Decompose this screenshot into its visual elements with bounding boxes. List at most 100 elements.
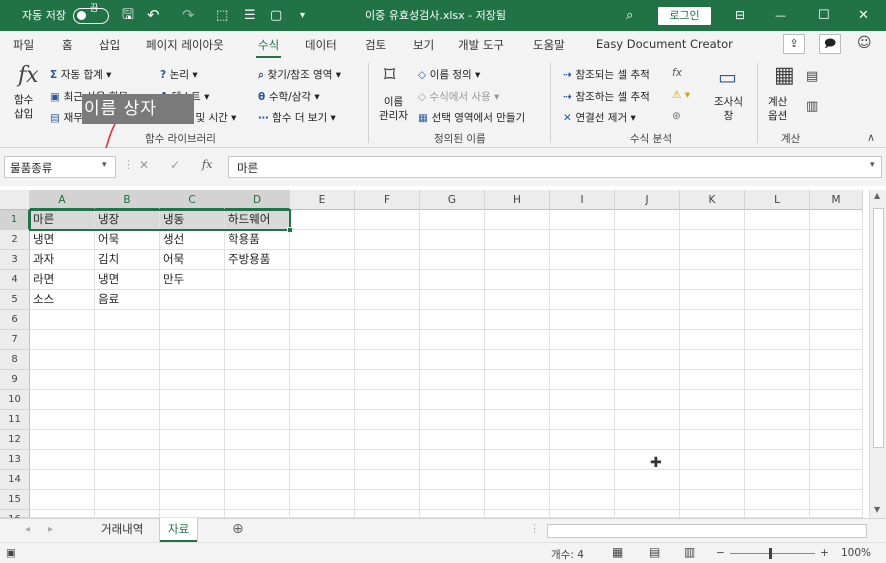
cell[interactable] (30, 350, 95, 370)
cell[interactable] (30, 510, 95, 518)
cell[interactable] (615, 430, 680, 450)
row-header[interactable]: 15 (0, 490, 30, 510)
cell[interactable] (225, 390, 290, 410)
trace-precedents-button[interactable]: ⇢ 참조되는 셀 추적 (563, 67, 650, 82)
calc-sheet-icon[interactable]: ▥ (806, 99, 818, 114)
cell[interactable] (290, 370, 355, 390)
name-manager-button[interactable]: 이름 관리자 (379, 95, 408, 123)
column-header[interactable]: B (95, 190, 160, 210)
cell[interactable] (420, 390, 485, 410)
tab-formulas[interactable]: 수식 (255, 37, 282, 58)
normal-view-icon[interactable]: ▦ (612, 545, 623, 559)
tab-developer[interactable]: 개발 도구 (458, 37, 504, 53)
cell[interactable] (485, 230, 550, 250)
cell[interactable]: 주방용품 (225, 250, 290, 270)
cell[interactable] (745, 410, 810, 430)
cell[interactable] (160, 410, 225, 430)
scroll-down-icon[interactable]: ▼ (874, 505, 880, 514)
cell[interactable] (355, 390, 420, 410)
cell[interactable] (680, 210, 745, 230)
row-header[interactable]: 11 (0, 410, 30, 430)
cell[interactable] (355, 510, 420, 518)
row-header[interactable]: 8 (0, 350, 30, 370)
cell[interactable] (420, 350, 485, 370)
macro-record-icon[interactable]: ▣ (6, 547, 16, 559)
cell[interactable] (160, 490, 225, 510)
cell[interactable] (810, 430, 863, 450)
row-header[interactable]: 7 (0, 330, 30, 350)
cell[interactable] (680, 430, 745, 450)
cell[interactable] (160, 430, 225, 450)
calc-options-button[interactable]: 계산 옵션 (768, 95, 787, 123)
cell[interactable]: 생선 (160, 230, 225, 250)
cell[interactable] (810, 390, 863, 410)
login-button[interactable]: 로그인 (658, 7, 711, 25)
cell[interactable] (290, 250, 355, 270)
row-header[interactable]: 13 (0, 450, 30, 470)
cell[interactable] (225, 370, 290, 390)
cell[interactable]: 만두 (160, 270, 225, 290)
cell[interactable] (420, 450, 485, 470)
cell[interactable] (30, 410, 95, 430)
cell[interactable]: 마른 (30, 210, 95, 230)
maximize-button[interactable]: ☐ (818, 0, 830, 31)
row-header[interactable]: 2 (0, 230, 30, 250)
cell[interactable] (95, 350, 160, 370)
close-button[interactable]: ✕ (858, 0, 869, 31)
cell[interactable] (290, 390, 355, 410)
column-header[interactable]: D (225, 190, 290, 210)
cell[interactable] (485, 450, 550, 470)
zoom-out-icon[interactable]: − (716, 547, 725, 559)
cell[interactable] (485, 470, 550, 490)
autosum-button[interactable]: Σ 자동 합계 ▾ (50, 67, 111, 82)
cell[interactable] (160, 450, 225, 470)
cell[interactable] (550, 230, 615, 250)
cell[interactable] (550, 450, 615, 470)
cell[interactable] (810, 350, 863, 370)
cell[interactable] (160, 390, 225, 410)
vertical-scroll-thumb[interactable] (873, 208, 884, 448)
row-header[interactable]: 9 (0, 370, 30, 390)
cell[interactable] (550, 350, 615, 370)
cell[interactable] (485, 210, 550, 230)
cell[interactable] (810, 250, 863, 270)
cell[interactable] (290, 430, 355, 450)
cell[interactable] (680, 310, 745, 330)
more-functions-button[interactable]: ⋯ 함수 더 보기 ▾ (258, 110, 336, 125)
insert-function-button[interactable]: 함수 삽입 (14, 93, 33, 121)
name-box[interactable]: 물품종류 (4, 156, 116, 178)
cell[interactable] (30, 430, 95, 450)
cell[interactable] (355, 270, 420, 290)
cell[interactable] (550, 330, 615, 350)
page-layout-view-icon[interactable]: ▤ (649, 545, 660, 559)
tab-easy-document-creator[interactable]: Easy Document Creator (596, 37, 733, 51)
define-name-button[interactable]: ◇ 이름 정의 ▾ (418, 67, 480, 82)
trace-dependents-button[interactable]: ⇢ 참조하는 셀 추적 (563, 89, 650, 104)
horizontal-scrollbar[interactable] (547, 524, 867, 538)
cell[interactable] (355, 310, 420, 330)
column-header[interactable]: E (290, 190, 355, 210)
cell[interactable] (810, 290, 863, 310)
cell[interactable]: 냉장 (95, 210, 160, 230)
cell[interactable] (680, 510, 745, 518)
ribbon-display-icon[interactable]: ⊟ (735, 0, 745, 31)
row-header[interactable]: 10 (0, 390, 30, 410)
tab-page-layout[interactable]: 페이지 레이아웃 (146, 37, 224, 53)
customize-qat-icon[interactable]: ▾ (300, 0, 305, 31)
cell[interactable] (550, 510, 615, 518)
column-header[interactable]: H (485, 190, 550, 210)
add-sheet-icon[interactable]: ⊕ (232, 521, 244, 537)
tab-data[interactable]: 데이터 (305, 37, 337, 53)
cell[interactable] (550, 310, 615, 330)
cell[interactable] (30, 470, 95, 490)
cell[interactable] (680, 270, 745, 290)
watch-window-button[interactable]: 조사식 창 (714, 95, 743, 123)
cell[interactable] (355, 350, 420, 370)
zoom-slider[interactable] (730, 553, 815, 554)
collapse-ribbon-icon[interactable]: ∧ (867, 131, 875, 144)
cell[interactable] (615, 410, 680, 430)
cell[interactable] (160, 310, 225, 330)
cell[interactable] (420, 510, 485, 518)
lookup-button[interactable]: ⌕ 찾기/참조 영역 ▾ (258, 67, 341, 82)
row-header[interactable]: 6 (0, 310, 30, 330)
